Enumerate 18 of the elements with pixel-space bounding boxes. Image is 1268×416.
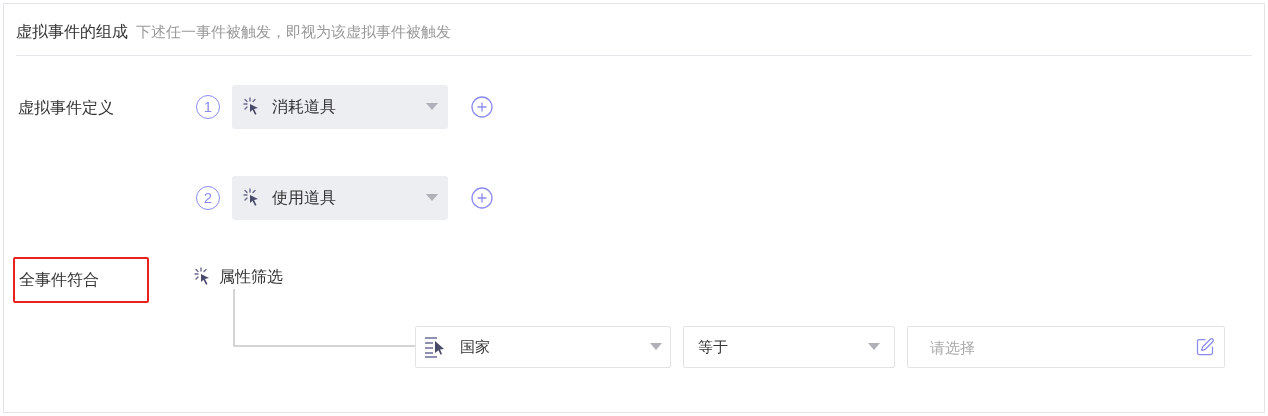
add-icon[interactable] (470, 95, 494, 119)
event-select[interactable]: 使用道具 (232, 176, 448, 220)
property-select[interactable]: 国家 (415, 326, 671, 368)
caret-icon (426, 103, 438, 111)
caret-icon (650, 343, 662, 351)
field-label: 全事件符合 (13, 257, 149, 303)
operator-select[interactable]: 等于 (683, 326, 895, 368)
filter-button[interactable]: 属性筛选 (193, 265, 1225, 289)
section-hint: 下述任一事件被触发，即视为该虚拟事件被触发 (136, 22, 451, 42)
edit-icon[interactable] (1195, 337, 1215, 357)
event-select[interactable]: 消耗道具 (232, 85, 448, 129)
caret-icon (426, 194, 438, 202)
add-icon[interactable] (470, 186, 494, 210)
caret-icon (868, 343, 880, 351)
section-title: 虚拟事件的组成 (16, 22, 128, 42)
list-cursor-icon (424, 336, 446, 358)
value-field[interactable]: 请选择 (907, 326, 1225, 368)
field-label: 虚拟事件定义 (17, 98, 115, 118)
